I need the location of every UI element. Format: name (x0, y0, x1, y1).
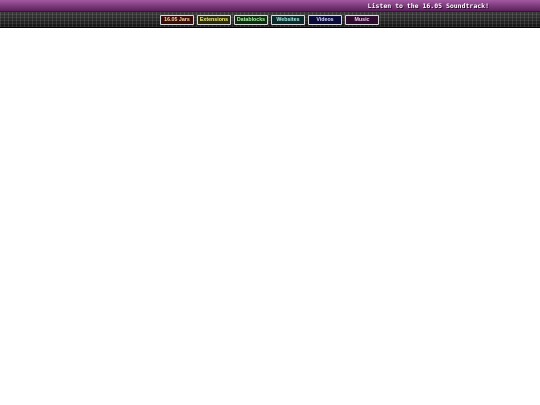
page-body (0, 28, 540, 405)
nav-button-videos[interactable]: Videos (308, 15, 342, 25)
nav-bar: 16.05 Jars Extensions Datablocks Website… (0, 12, 540, 28)
soundtrack-link[interactable]: Listen to the 16.05 Soundtrack! (368, 1, 489, 11)
nav-button-extensions[interactable]: Extensions (197, 15, 231, 25)
nav-button-music[interactable]: Music (345, 15, 379, 25)
nav-button-websites[interactable]: Websites (271, 15, 305, 25)
nav-button-datablocks[interactable]: Datablocks (234, 15, 268, 25)
nav-button-16-05-jars[interactable]: 16.05 Jars (160, 15, 194, 25)
top-banner: Listen to the 16.05 Soundtrack! (0, 0, 540, 12)
